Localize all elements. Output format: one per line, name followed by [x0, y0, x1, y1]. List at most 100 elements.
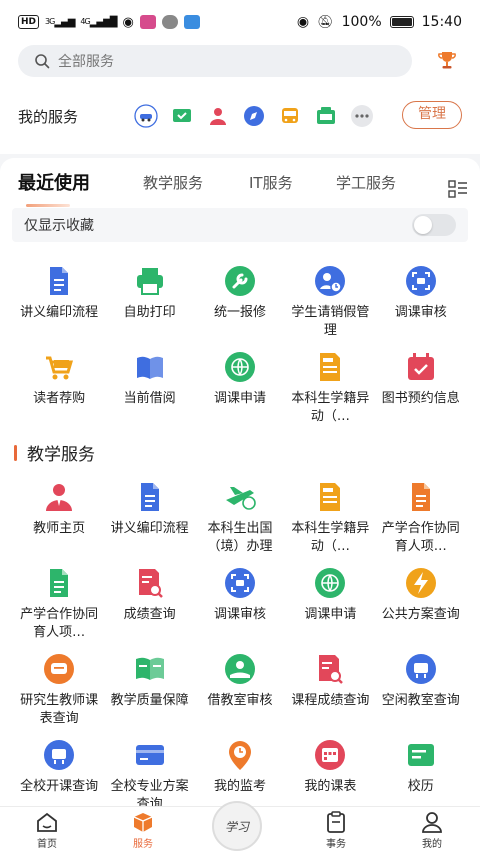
bus-icon[interactable] — [278, 104, 302, 128]
service-label: 调课审核 — [213, 607, 266, 622]
calendar-check-icon — [407, 353, 434, 380]
service-item[interactable]: 空闲教室查询 — [376, 646, 466, 732]
service-item[interactable]: 产学合作协同育人项… — [14, 560, 104, 646]
document-icon — [50, 267, 69, 295]
scan-icon — [224, 568, 255, 598]
category-list-icon[interactable] — [448, 180, 468, 198]
network-3g-label: 3G — [45, 16, 55, 26]
service-label: 调课申请 — [213, 391, 266, 406]
service-item[interactable]: 讲义编印流程 — [14, 258, 104, 344]
grade-search-icon — [319, 655, 344, 684]
service-item[interactable]: 我的课表 — [285, 732, 375, 806]
service-label: 校历 — [407, 779, 434, 794]
compass-icon[interactable] — [242, 104, 266, 128]
service-item[interactable]: 本科生学籍异动（… — [285, 474, 375, 560]
document-green-icon — [50, 569, 69, 597]
card-icon — [135, 745, 164, 765]
tab-recent[interactable]: 最近使用 — [18, 169, 90, 195]
tab-student-affairs[interactable]: 学工服务 — [336, 172, 396, 193]
teaching-section-header: 教学服务 — [14, 440, 95, 465]
bottom-nav: 首页 服务 学习 事务 我的 — [0, 801, 480, 853]
clock: 15:40 — [421, 14, 462, 30]
service-item[interactable]: 公共方案查询 — [376, 560, 466, 646]
secondhand-icon[interactable] — [314, 104, 338, 128]
teaching-services-grid: 教师主页 讲义编印流程 本科生出国（境）办理 本科生学籍异动（… 产学合作协同育人项… 产… — [14, 474, 466, 806]
trophy-icon[interactable] — [436, 49, 458, 71]
service-item[interactable]: 课程成绩查询 — [285, 646, 375, 732]
person-icon[interactable] — [206, 104, 230, 128]
cart-icon — [46, 356, 74, 380]
service-item[interactable]: 借教室审核 — [195, 646, 285, 732]
mute-icon: 🔕︎ — [317, 14, 334, 30]
service-item[interactable]: 校历 — [376, 732, 466, 806]
car-icon[interactable] — [134, 104, 158, 128]
service-item[interactable]: 调课审核 — [376, 258, 466, 344]
service-item[interactable]: 读者荐购 — [14, 344, 104, 430]
document-orange-icon — [411, 483, 430, 511]
wifi-icon: ◉ — [122, 14, 134, 30]
app-notify-icon — [139, 15, 156, 29]
service-item[interactable]: 研究生教师课表查询 — [14, 646, 104, 732]
tab-teaching[interactable]: 教学服务 — [143, 172, 203, 193]
service-item[interactable]: 当前借阅 — [104, 344, 194, 430]
student-file-icon — [320, 353, 341, 381]
service-label: 课程成绩查询 — [291, 693, 370, 708]
nav-services[interactable]: 服务 — [113, 811, 173, 850]
tab-it[interactable]: IT服务 — [249, 172, 293, 193]
service-item[interactable]: 教师主页 — [14, 474, 104, 560]
service-item[interactable]: 调课申请 — [195, 344, 285, 430]
nav-affairs[interactable]: 事务 — [306, 811, 366, 850]
active-tab-indicator — [26, 204, 70, 207]
service-label: 自助打印 — [123, 305, 176, 320]
search-bar[interactable]: 全部服务 — [18, 45, 412, 77]
service-item[interactable]: 全校专业方案查询 — [104, 732, 194, 806]
listen-review-icon — [135, 657, 164, 680]
teaching-section-title: 教学服务 — [27, 445, 95, 465]
service-label: 空闲教室查询 — [381, 693, 460, 708]
plane-icon — [225, 487, 256, 510]
service-label: 学生请销假管理 — [291, 305, 370, 338]
scan-icon — [405, 266, 436, 296]
study-logo-text: 学习 — [224, 819, 249, 834]
search-placeholder: 全部服务 — [58, 54, 114, 70]
service-item[interactable]: 图书预约信息 — [376, 344, 466, 430]
chat-schedule-icon — [44, 654, 75, 684]
manage-button[interactable]: 管理 — [402, 101, 462, 129]
nav-mine[interactable]: 我的 — [402, 811, 462, 850]
service-label: 研究生教师课表查询 — [20, 693, 99, 726]
service-item[interactable]: 调课审核 — [195, 560, 285, 646]
service-item[interactable]: 学生请销假管理 — [285, 258, 375, 344]
more-icon[interactable] — [350, 104, 374, 128]
teacher-icon — [46, 484, 73, 511]
service-item[interactable]: 讲义编印流程 — [104, 474, 194, 560]
service-item[interactable]: 本科生出国（境）办理 — [195, 474, 285, 560]
clipboard-icon — [327, 811, 345, 833]
service-label: 我的监考 — [213, 779, 266, 794]
service-item[interactable]: 统一报修 — [195, 258, 285, 344]
favorites-only-toggle[interactable] — [412, 214, 456, 236]
service-item[interactable]: 调课申请 — [285, 560, 375, 646]
nav-home[interactable]: 首页 — [17, 811, 77, 850]
document-icon — [140, 483, 159, 511]
service-item[interactable]: 我的监考 — [195, 732, 285, 806]
service-item[interactable]: 全校开课查询 — [14, 732, 104, 806]
home-icon — [37, 812, 57, 832]
service-label: 借教室审核 — [207, 693, 273, 708]
service-item[interactable]: 产学合作协同育人项… — [376, 474, 466, 560]
service-label: 图书预约信息 — [381, 391, 460, 406]
battery-percent: 100% — [341, 14, 382, 30]
service-item[interactable]: 自助打印 — [104, 258, 194, 344]
location-clock-icon — [228, 741, 251, 770]
my-services-row: 我的服务 管理 — [0, 96, 480, 136]
monitor-check-icon[interactable] — [170, 104, 194, 128]
person-clock-icon — [315, 266, 346, 296]
service-label: 调课审核 — [394, 305, 447, 320]
study-center-button[interactable]: 学习 — [212, 801, 262, 851]
service-label: 成绩查询 — [123, 607, 176, 622]
service-label: 读者荐购 — [33, 391, 86, 406]
service-item[interactable]: 成绩查询 — [104, 560, 194, 646]
service-label: 产学合作协同育人项… — [381, 521, 460, 554]
service-item[interactable]: 本科生学籍异动（… — [285, 344, 375, 430]
service-item[interactable]: 教学质量保障 — [104, 646, 194, 732]
battery-icon — [389, 16, 414, 28]
